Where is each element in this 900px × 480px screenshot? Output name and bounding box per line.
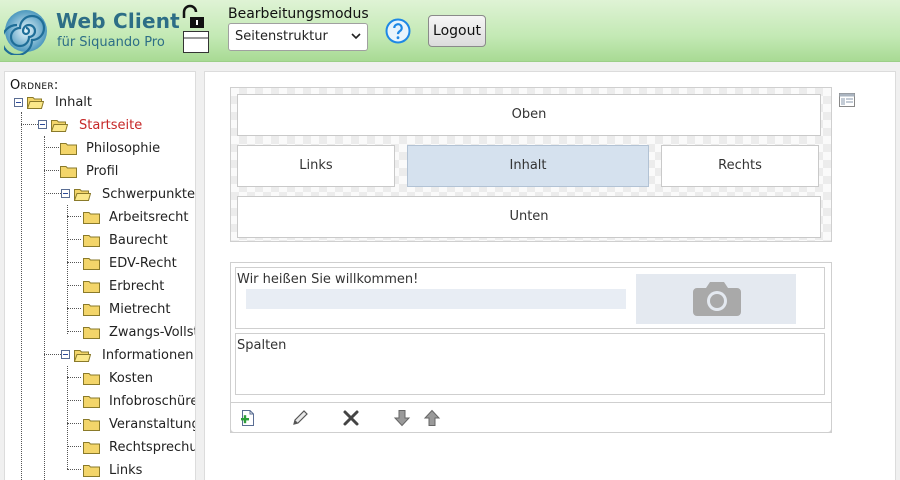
text-placeholder xyxy=(246,289,626,309)
folder-tree-title: Ordner: xyxy=(10,78,59,93)
tree-collapse-toggle[interactable] xyxy=(61,350,70,359)
folder-icon xyxy=(83,396,100,408)
tree-line xyxy=(44,170,61,171)
tree-line xyxy=(67,285,81,286)
main-panel: Oben Links Inhalt Rechts Unten Wir heiße… xyxy=(204,71,896,480)
tree-line xyxy=(67,423,81,424)
folder-icon xyxy=(83,327,100,339)
arrow-down-icon[interactable] xyxy=(393,409,411,427)
content-block-title: Spalten xyxy=(237,338,287,353)
layout-slot-bottom[interactable]: Unten xyxy=(237,196,821,238)
page-layout-editor: Oben Links Inhalt Rechts Unten xyxy=(230,87,832,242)
app-header: Web Client für Siquando Pro Bearbeitungs… xyxy=(0,0,900,62)
folder-open-icon xyxy=(74,350,91,362)
content-block-text-image[interactable]: Wir heißen Sie willkommen! xyxy=(235,267,825,329)
app-title: Web Client xyxy=(56,9,180,33)
tree-line xyxy=(67,205,68,334)
tree-line xyxy=(67,308,81,309)
tree-line xyxy=(44,354,61,355)
tree-line xyxy=(67,331,81,332)
delete-x-icon[interactable] xyxy=(342,409,360,427)
tree-line xyxy=(67,262,81,263)
folder-tree-panel: Ordner: Inhalt Startseite Philosophie Pr… xyxy=(4,71,196,480)
folder-icon xyxy=(83,258,100,270)
image-placeholder xyxy=(636,274,796,324)
tree-collapse-toggle[interactable] xyxy=(61,189,70,198)
tree-line xyxy=(67,469,81,470)
camera-icon xyxy=(693,282,741,316)
app-subtitle: für Siquando Pro xyxy=(57,35,165,50)
tree-collapse-toggle[interactable] xyxy=(38,120,47,129)
logout-button[interactable]: Logout xyxy=(428,15,486,47)
unlock-icon[interactable] xyxy=(180,4,212,54)
tree-line xyxy=(67,400,81,401)
folder-open-icon xyxy=(51,120,68,132)
add-page-icon[interactable] xyxy=(239,409,257,427)
tree-line xyxy=(67,446,81,447)
edit-mode-value: Seitenstruktur xyxy=(235,29,328,44)
chevron-down-icon xyxy=(351,33,361,40)
edit-mode-select[interactable]: Seitenstruktur xyxy=(228,23,368,51)
layout-slot-top[interactable]: Oben xyxy=(237,94,821,136)
help-icon[interactable] xyxy=(385,18,411,44)
folder-open-icon xyxy=(27,97,44,109)
block-action-toolbar xyxy=(230,402,832,433)
folder-icon xyxy=(83,373,100,385)
tree-line xyxy=(67,216,81,217)
folder-icon xyxy=(83,419,100,431)
content-block-title: Wir heißen Sie willkommen! xyxy=(237,272,419,287)
content-block-columns[interactable]: Spalten xyxy=(235,333,825,395)
logo-swirl-icon xyxy=(4,10,47,55)
pencil-icon[interactable] xyxy=(291,409,309,427)
folder-icon xyxy=(83,235,100,247)
layout-slot-right[interactable]: Rechts xyxy=(661,145,819,187)
layout-view-icon[interactable] xyxy=(839,93,855,107)
folder-icon xyxy=(83,212,100,224)
folder-icon xyxy=(60,143,77,155)
tree-line xyxy=(44,136,45,480)
folder-icon xyxy=(60,166,77,178)
tree-line xyxy=(21,112,22,480)
folder-open-icon xyxy=(74,189,91,201)
edit-mode-label: Bearbeitungsmodus xyxy=(228,6,369,22)
folder-icon xyxy=(83,281,100,293)
folder-icon xyxy=(83,442,100,454)
arrow-up-icon[interactable] xyxy=(423,409,441,427)
tree-line xyxy=(44,147,61,148)
folder-icon xyxy=(83,465,100,477)
tree-line xyxy=(44,193,61,194)
tree-line xyxy=(67,239,81,240)
layout-slot-content[interactable]: Inhalt xyxy=(407,145,649,187)
folder-icon xyxy=(83,304,100,316)
tree-collapse-toggle[interactable] xyxy=(14,98,23,107)
tree-line xyxy=(67,366,68,469)
layout-slot-left[interactable]: Links xyxy=(237,145,395,187)
tree-line xyxy=(67,377,81,378)
